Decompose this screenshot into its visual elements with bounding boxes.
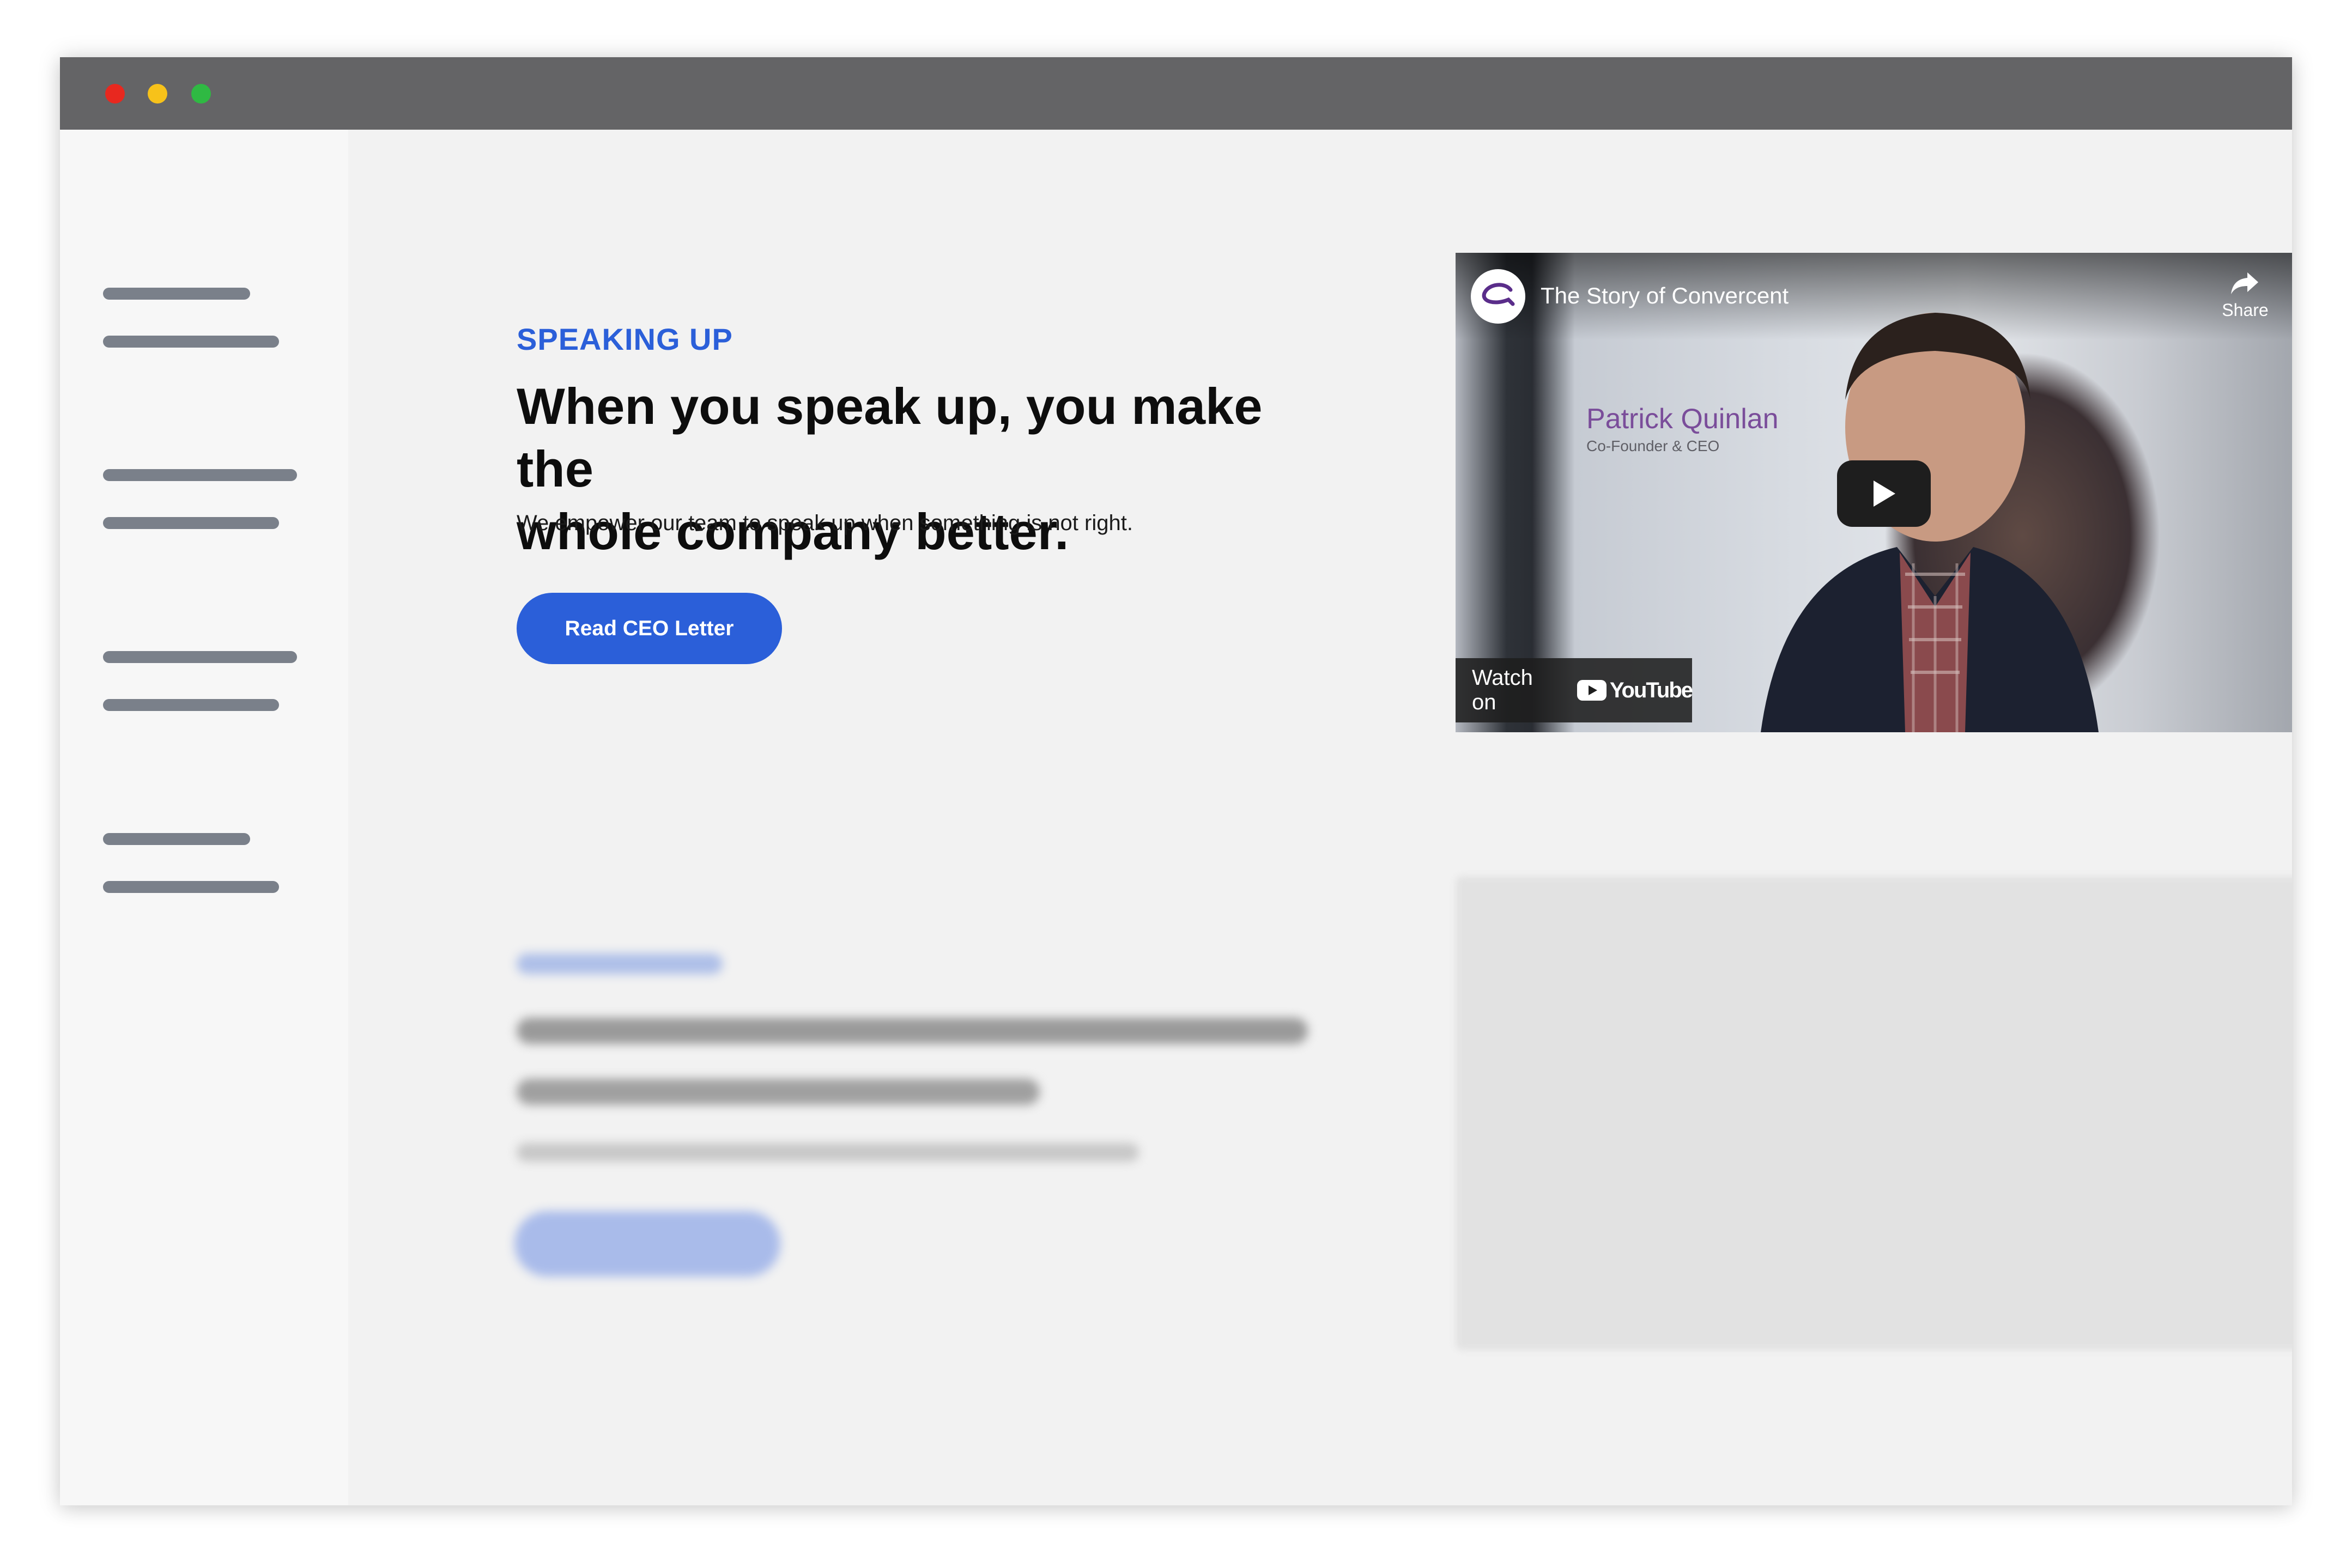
sidebar-item-3-line-2[interactable] xyxy=(103,699,279,711)
minimize-window-button[interactable] xyxy=(148,84,167,104)
channel-avatar[interactable] xyxy=(1471,269,1525,324)
sidebar-item-2-line-1[interactable] xyxy=(103,469,297,481)
play-icon xyxy=(1874,481,1895,507)
share-label: Share xyxy=(2222,300,2269,320)
headline-line-1: When you speak up, you make the xyxy=(517,378,1263,497)
youtube-wordmark: YouTube xyxy=(1609,678,1693,702)
youtube-video-embed[interactable]: The Story of Convercent Share Patrick Qu… xyxy=(1456,253,2292,732)
youtube-logo: YouTube xyxy=(1577,678,1693,703)
youtube-play-icon xyxy=(1577,680,1607,701)
sidebar-item-1-line-1[interactable] xyxy=(103,288,250,300)
close-window-button[interactable] xyxy=(105,84,125,104)
watch-on-label: Watch on xyxy=(1472,666,1533,714)
speaker-name: Patrick Quinlan xyxy=(1586,403,1779,435)
hero-subtext: We empower our team to speak up when som… xyxy=(517,511,1133,535)
placeholder-button xyxy=(514,1211,780,1277)
read-ceo-letter-button[interactable]: Read CEO Letter xyxy=(517,593,782,664)
main-content: SPEAKING UP When you speak up, you make … xyxy=(348,130,2292,1505)
share-button[interactable]: Share xyxy=(2215,269,2275,320)
sidebar-item-4-line-2[interactable] xyxy=(103,881,279,893)
convercent-logo-icon xyxy=(1482,283,1515,306)
placeholder-headline-line-1 xyxy=(517,1018,1308,1044)
placeholder-headline-line-2 xyxy=(517,1079,1040,1105)
sidebar-item-3-line-1[interactable] xyxy=(103,651,297,663)
play-button[interactable] xyxy=(1837,460,1931,527)
placeholder-subtext xyxy=(517,1143,1139,1162)
sidebar-item-4-line-1[interactable] xyxy=(103,833,250,845)
sidebar-nav xyxy=(60,130,348,1505)
placeholder-eyebrow xyxy=(517,953,723,974)
video-title[interactable]: The Story of Convercent xyxy=(1541,283,1789,309)
sidebar-item-1-line-2[interactable] xyxy=(103,336,279,348)
speaker-lower-third: Patrick Quinlan Co-Founder & CEO xyxy=(1586,403,1779,455)
window-titlebar xyxy=(60,57,2292,130)
watch-on-youtube-link[interactable]: Watch on YouTube xyxy=(1456,658,1693,722)
share-arrow-icon xyxy=(2231,272,2258,294)
speaker-role: Co-Founder & CEO xyxy=(1586,437,1720,454)
placeholder-media xyxy=(1456,876,2292,1350)
sidebar-item-2-line-2[interactable] xyxy=(103,517,279,529)
section-eyebrow: SPEAKING UP xyxy=(517,322,733,356)
maximize-window-button[interactable] xyxy=(191,84,211,104)
browser-window: SPEAKING UP When you speak up, you make … xyxy=(60,57,2292,1505)
